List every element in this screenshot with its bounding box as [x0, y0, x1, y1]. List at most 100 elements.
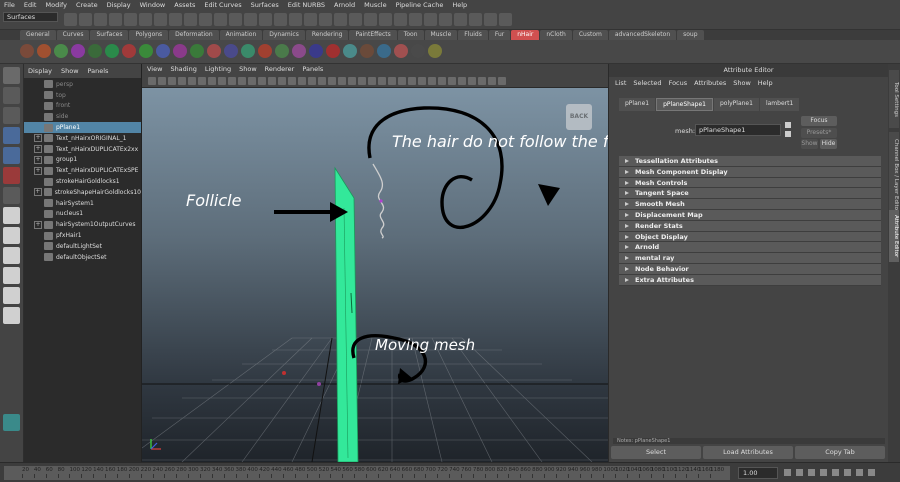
status-tool-icon[interactable] — [139, 13, 152, 26]
ae-menu-list[interactable]: List — [615, 79, 626, 87]
viewport-tool-icon[interactable] — [408, 77, 416, 85]
nhair-shelf-icon[interactable] — [258, 44, 272, 58]
shelf-tab-soup[interactable]: soup — [677, 30, 704, 40]
status-tool-icon[interactable] — [289, 13, 302, 26]
section-tessellation-attributes[interactable]: Tessellation Attributes — [619, 156, 881, 167]
nhair-shelf-icon[interactable] — [275, 44, 289, 58]
viewport-tool-icon[interactable] — [428, 77, 436, 85]
mesh-name-field[interactable]: pPlaneShape1 — [695, 124, 781, 136]
user-layout-icon[interactable] — [3, 414, 20, 431]
shelf-tab-advancedskeleton[interactable]: advancedSkeleton — [608, 30, 677, 40]
nhair-shelf-icon[interactable] — [309, 44, 323, 58]
timeline-ruler[interactable]: 20 40 60 80 100 120 140 160 180 200 220 240 260 280 30… — [4, 466, 730, 480]
viewport-tool-icon[interactable] — [478, 77, 486, 85]
nhair-shelf-icon[interactable] — [394, 44, 408, 58]
presets-button[interactable]: Presets* — [801, 128, 837, 138]
nhair-shelf-icon[interactable] — [224, 44, 238, 58]
layout-two-icon[interactable] — [3, 247, 20, 264]
section-extra-attributes[interactable]: Extra Attributes — [619, 274, 881, 286]
layout-outliner-icon[interactable] — [3, 267, 20, 284]
status-tool-icon[interactable] — [124, 13, 137, 26]
go-to-end-icon[interactable] — [868, 469, 875, 476]
menu-assets[interactable]: Assets — [174, 1, 195, 9]
rotate-tool-icon[interactable] — [3, 147, 20, 164]
viewport-tool-icon[interactable] — [358, 77, 366, 85]
section-mesh-controls[interactable]: Mesh Controls — [619, 177, 881, 189]
viewport-tool-icon[interactable] — [178, 77, 186, 85]
viewport-tool-icon[interactable] — [308, 77, 316, 85]
status-tool-icon[interactable] — [409, 13, 422, 26]
viewport-tool-icon[interactable] — [248, 77, 256, 85]
ae-menu-help[interactable]: Help — [758, 79, 773, 87]
status-tool-icon[interactable] — [439, 13, 452, 26]
nhair-shelf-icon[interactable] — [54, 44, 68, 58]
step-forward-key-icon[interactable] — [856, 469, 863, 476]
expand-icon[interactable]: + — [34, 134, 42, 143]
outliner-item[interactable]: + Text_nHairxDUPLICATExSPE — [24, 165, 141, 176]
menu-help[interactable]: Help — [452, 1, 467, 9]
focus-button[interactable]: Focus — [801, 116, 837, 126]
viewport-menu-panels[interactable]: Panels — [302, 65, 323, 73]
viewport-tool-icon[interactable] — [158, 77, 166, 85]
status-tool-icon[interactable] — [424, 13, 437, 26]
ae-tab-lambert1[interactable]: lambert1 — [759, 98, 800, 111]
ae-tab-pplane1[interactable]: pPlane1 — [619, 98, 656, 111]
shelf-tab-toon[interactable]: Toon — [397, 30, 424, 40]
menu-edit[interactable]: Edit — [24, 1, 37, 9]
menu-display[interactable]: Display — [107, 1, 131, 9]
status-tool-icon[interactable] — [319, 13, 332, 26]
menu-surfaces[interactable]: Surfaces — [251, 1, 279, 9]
paint-select-tool-icon[interactable] — [3, 107, 20, 124]
viewport-tool-icon[interactable] — [198, 77, 206, 85]
viewport-tool-icon[interactable] — [328, 77, 336, 85]
shelf-tab-polygons[interactable]: Polygons — [129, 30, 169, 40]
nhair-shelf-icon[interactable] — [326, 44, 340, 58]
expand-icon[interactable]: + — [34, 220, 42, 229]
shelf-tab-general[interactable]: General — [20, 30, 56, 40]
nhair-shelf-icon[interactable] — [377, 44, 391, 58]
outliner-item[interactable]: pPlane1 — [24, 122, 141, 133]
shelf-tab-ncloth[interactable]: nCloth — [540, 30, 572, 40]
layout-single-icon[interactable] — [3, 207, 20, 224]
viewport-tool-icon[interactable] — [218, 77, 226, 85]
section-tangent-space[interactable]: Tangent Space — [619, 188, 881, 200]
viewport-tool-icon[interactable] — [488, 77, 496, 85]
outliner-item[interactable]: defaultLightSet — [24, 241, 141, 252]
field-arrow-icon[interactable] — [785, 122, 791, 128]
go-to-start-icon[interactable] — [784, 469, 791, 476]
field-arrow-icon[interactable] — [785, 131, 791, 137]
status-tool-icon[interactable] — [499, 13, 512, 26]
viewport-tool-icon[interactable] — [468, 77, 476, 85]
nhair-shelf-icon[interactable] — [139, 44, 153, 58]
ae-tab-polyplane1[interactable]: polyPlane1 — [713, 98, 759, 111]
viewport-tool-icon[interactable] — [238, 77, 246, 85]
nhair-shelf-icon[interactable] — [343, 44, 357, 58]
menu-create[interactable]: Create — [76, 1, 98, 9]
ae-menu-focus[interactable]: Focus — [669, 79, 688, 87]
side-tab-tool-settings[interactable]: Tool Settings — [889, 70, 899, 128]
expand-icon[interactable]: + — [34, 166, 42, 175]
shelf-tab-deformation[interactable]: Deformation — [169, 30, 219, 40]
shelf-tab-painteffects[interactable]: PaintEffects — [349, 30, 397, 40]
viewport-menu-view[interactable]: View — [147, 65, 162, 73]
status-tool-icon[interactable] — [334, 13, 347, 26]
status-tool-icon[interactable] — [394, 13, 407, 26]
status-tool-icon[interactable] — [469, 13, 482, 26]
ae-menu-selected[interactable]: Selected — [633, 79, 661, 87]
viewport-tool-icon[interactable] — [338, 77, 346, 85]
nhair-shelf-icon[interactable] — [292, 44, 306, 58]
outliner-item[interactable]: + Text_nHairxORIGINAL_1 — [24, 133, 141, 144]
viewport-tool-icon[interactable] — [148, 77, 156, 85]
viewport-menu-shading[interactable]: Shading — [170, 65, 196, 73]
section-arnold[interactable]: Arnold — [619, 242, 881, 254]
status-tool-icon[interactable] — [79, 13, 92, 26]
ae-tab-pplaneshape1[interactable]: pPlaneShape1 — [656, 98, 713, 111]
section-render-stats[interactable]: Render Stats — [619, 220, 881, 232]
viewport-tool-icon[interactable] — [418, 77, 426, 85]
status-tool-icon[interactable] — [484, 13, 497, 26]
play-forward-icon[interactable] — [832, 469, 839, 476]
status-tool-icon[interactable] — [169, 13, 182, 26]
outliner-menu-panels[interactable]: Panels — [88, 67, 109, 75]
shelf-tab-surfaces[interactable]: Surfaces — [90, 30, 129, 40]
outliner-menu-display[interactable]: Display — [28, 67, 52, 75]
